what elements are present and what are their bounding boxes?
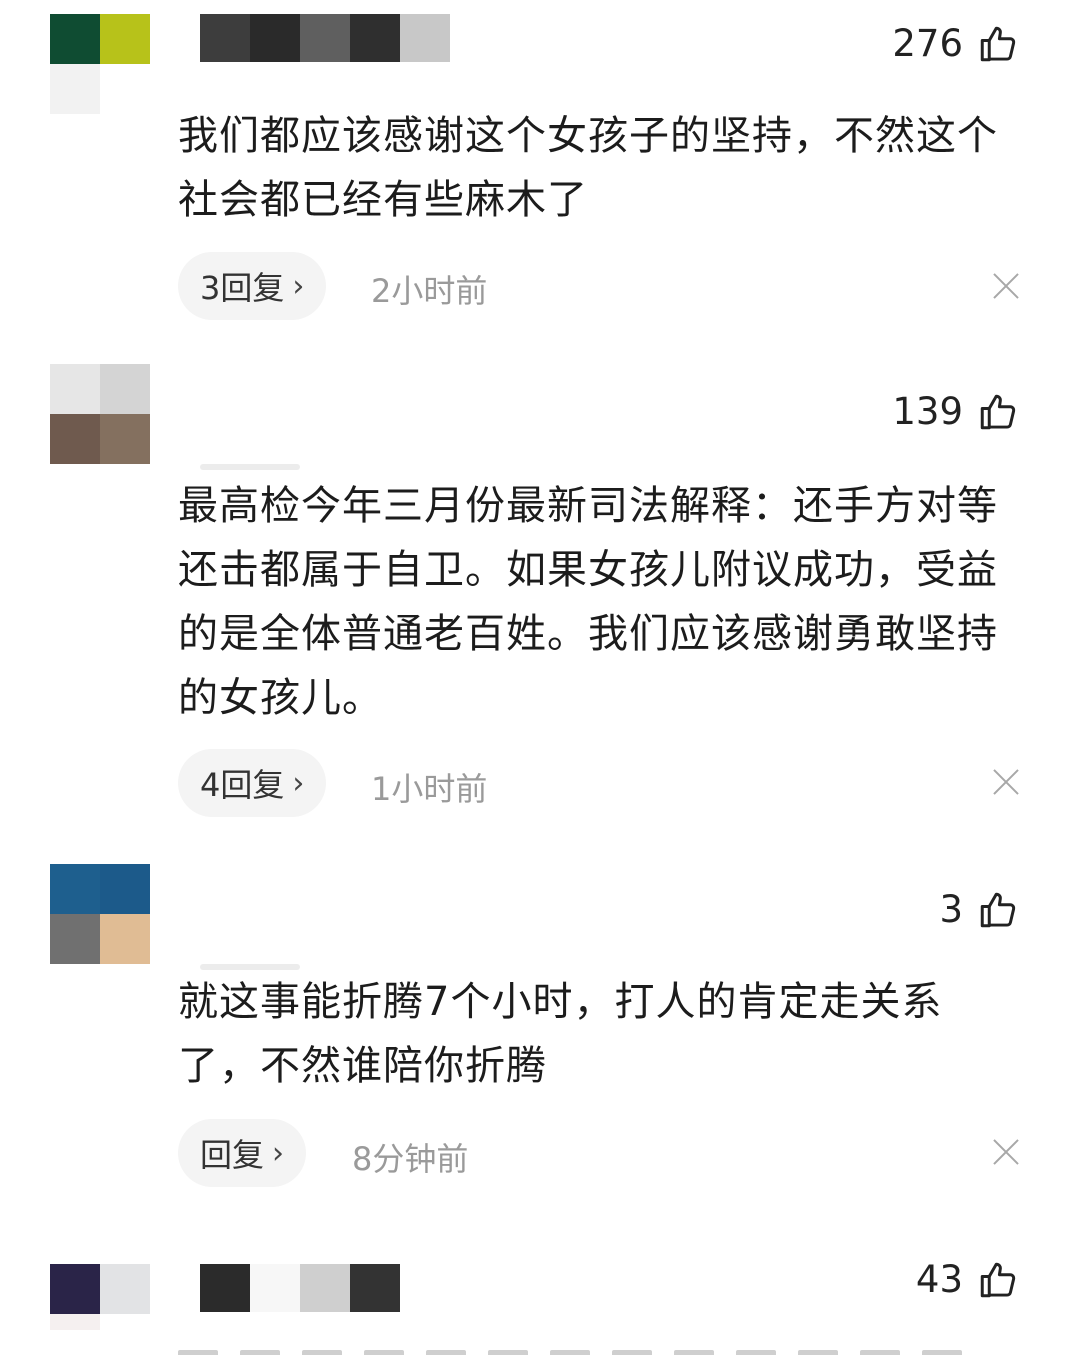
username-redacted[interactable] [200,14,450,62]
reply-label: 3回复 [200,269,285,307]
avatar[interactable] [50,1264,150,1330]
timestamp: 2小时前 [371,272,488,310]
avatar[interactable] [50,14,150,114]
avatar[interactable] [50,364,150,464]
comment-item: 43 [0,1258,1077,1355]
like-control[interactable]: 43 [916,1258,1019,1301]
chevron-right-icon: › [292,268,305,304]
comment-item: 276 我们都应该感谢这个女孩子的坚持，不然这个社会都已经有些麻木了 3回复 ›… [0,14,1077,334]
chevron-right-icon: › [272,1135,285,1171]
comment-text-cutoff [178,1345,1018,1355]
reply-label: 回复 [200,1136,265,1174]
close-icon[interactable] [992,1138,1020,1166]
close-icon[interactable] [992,768,1020,796]
reply-label: 4回复 [200,766,285,804]
timestamp: 8分钟前 [352,1140,469,1178]
avatar[interactable] [50,864,150,964]
comment-item: 3 就这事能折腾7个小时，打人的肯定走关系了，不然谁陪你折腾 回复 › 8分钟前 [0,864,1077,1204]
timestamp: 1小时前 [371,770,488,808]
like-count: 276 [892,22,963,65]
like-control[interactable]: 3 [939,888,1019,931]
thumbs-up-icon[interactable] [977,23,1019,65]
close-icon[interactable] [992,272,1020,300]
like-control[interactable]: 276 [892,22,1019,65]
comment-item: 139 最高检今年三月份最新司法解释：还手方对等还击都属于自卫。如果女孩儿附议成… [0,364,1077,834]
like-count: 3 [939,888,963,931]
like-count: 139 [892,390,963,433]
reply-button[interactable]: 回复 › [178,1119,307,1187]
like-count: 43 [915,1258,963,1301]
comment-text: 就这事能折腾7个小时，打人的肯定走关系了，不然谁陪你折腾 [178,979,943,1089]
thumbs-up-icon[interactable] [977,1259,1019,1301]
reply-button[interactable]: 3回复 › [178,252,327,320]
reply-button[interactable]: 4回复 › [178,749,327,817]
chevron-right-icon: › [292,765,305,801]
comment-text: 最高检今年三月份最新司法解释：还手方对等还击都属于自卫。如果女孩儿附议成功，受益… [178,483,998,721]
username-redacted[interactable] [200,464,300,470]
comment-text: 我们都应该感谢这个女孩子的坚持，不然这个社会都已经有些麻木了 [178,113,998,223]
like-control[interactable]: 139 [892,390,1019,433]
thumbs-up-icon[interactable] [977,889,1019,931]
username-redacted[interactable] [200,1264,400,1312]
thumbs-up-icon[interactable] [977,391,1019,433]
